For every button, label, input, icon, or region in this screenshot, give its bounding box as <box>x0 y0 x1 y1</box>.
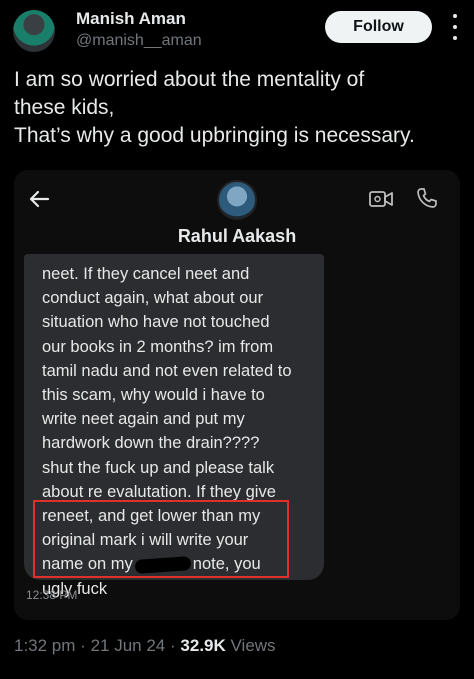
tweet-line: That’s why a good upbringing is necessar… <box>14 124 415 147</box>
message-line: neet. If they cancel neet and <box>42 265 250 283</box>
message-line: this scam, why would i have to <box>42 386 265 405</box>
contact-avatar <box>217 180 257 220</box>
message-line: situation who have not touched <box>42 313 270 332</box>
contact-name: Rahul Aakash <box>177 226 297 246</box>
meta-separator: · <box>170 636 176 655</box>
message-line: conduct again, what about our <box>42 289 264 308</box>
phone-call-icon <box>417 188 437 208</box>
message-line: our books in 2 months? im from <box>42 337 274 356</box>
highlight-box <box>33 500 289 578</box>
attached-screenshot[interactable]: Rahul Aakash neet. If they cancel neet a… <box>14 170 460 620</box>
tweet-meta: 1:32 pm · 21 Jun 24 · 32.9K Views <box>14 636 276 656</box>
post-time[interactable]: 1:32 pm <box>14 636 75 655</box>
post-date[interactable]: 21 Jun 24 <box>91 636 166 655</box>
message-line: ugly fuck <box>42 579 108 598</box>
user-handle[interactable]: @manish__aman <box>76 32 202 50</box>
message-line: write neet again and put my <box>42 410 245 429</box>
video-call-icon <box>369 191 393 207</box>
meta-separator: · <box>80 636 86 655</box>
tweet-line: these kids, <box>14 96 115 119</box>
display-name[interactable]: Manish Aman <box>76 9 186 29</box>
message-line: shut the fuck up and please talk <box>42 458 275 477</box>
follow-button[interactable]: Follow <box>325 11 432 43</box>
views-label: Views <box>230 636 276 655</box>
message-line: hardwork down the drain???? <box>42 434 260 453</box>
more-icon[interactable] <box>452 14 458 40</box>
message-line: tamil nadu and not even related to <box>42 361 292 380</box>
tweet-line: I am so worried about the mentality of <box>14 68 365 91</box>
tweet-text: I am so worried about the mentality of t… <box>14 66 464 150</box>
message-timestamp: 12:38 PM <box>26 588 78 602</box>
back-arrow-icon <box>29 190 50 208</box>
tweet-header: Manish Aman @manish__aman Follow <box>0 0 474 60</box>
avatar[interactable] <box>13 10 55 52</box>
views-count: 32.9K <box>180 636 226 655</box>
